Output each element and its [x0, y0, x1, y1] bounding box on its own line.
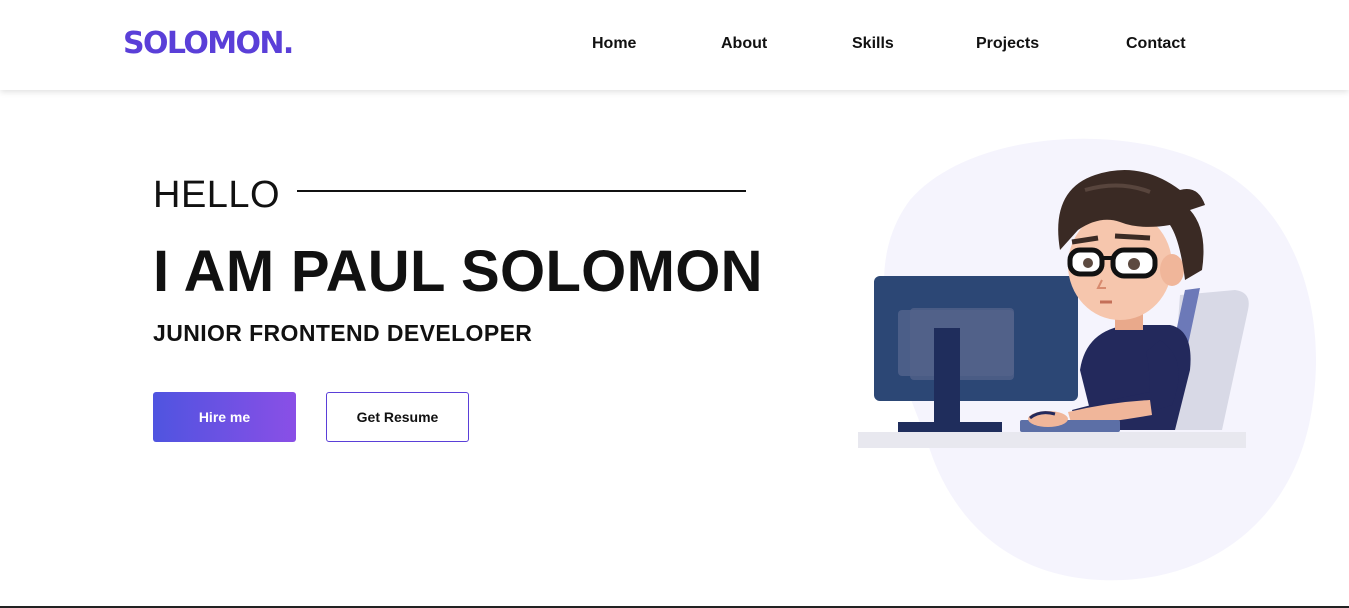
nav-link-skills[interactable]: Skills	[852, 35, 894, 53]
greeting-divider	[297, 190, 746, 192]
hero-greeting: HELLO	[153, 174, 281, 216]
desk	[858, 432, 1246, 448]
hero-role-subtitle: JUNIOR FRONTEND DEVELOPER	[153, 320, 533, 346]
nav-link-home[interactable]: Home	[592, 35, 636, 53]
get-resume-button[interactable]: Get Resume	[326, 392, 469, 442]
navbar: SOLOMON. Home About Skills Projects Cont…	[0, 0, 1349, 90]
eyebrow-right	[1114, 233, 1151, 241]
ear	[1160, 254, 1184, 286]
developer-at-computer-illustration	[858, 138, 1316, 581]
site-logo[interactable]: SOLOMON.	[123, 26, 294, 61]
nav-link-about[interactable]: About	[721, 35, 767, 53]
pupil-right	[1128, 258, 1140, 270]
nav-link-projects[interactable]: Projects	[976, 35, 1039, 53]
pupil-left	[1083, 258, 1093, 268]
hire-me-button[interactable]: Hire me	[153, 392, 296, 442]
monitor-stand	[934, 328, 960, 424]
monitor-window-inner	[910, 308, 1014, 380]
monitor-base	[898, 422, 1002, 432]
hero-name-heading: I AM PAUL SOLOMON	[153, 239, 763, 304]
nav-link-contact[interactable]: Contact	[1126, 35, 1186, 53]
